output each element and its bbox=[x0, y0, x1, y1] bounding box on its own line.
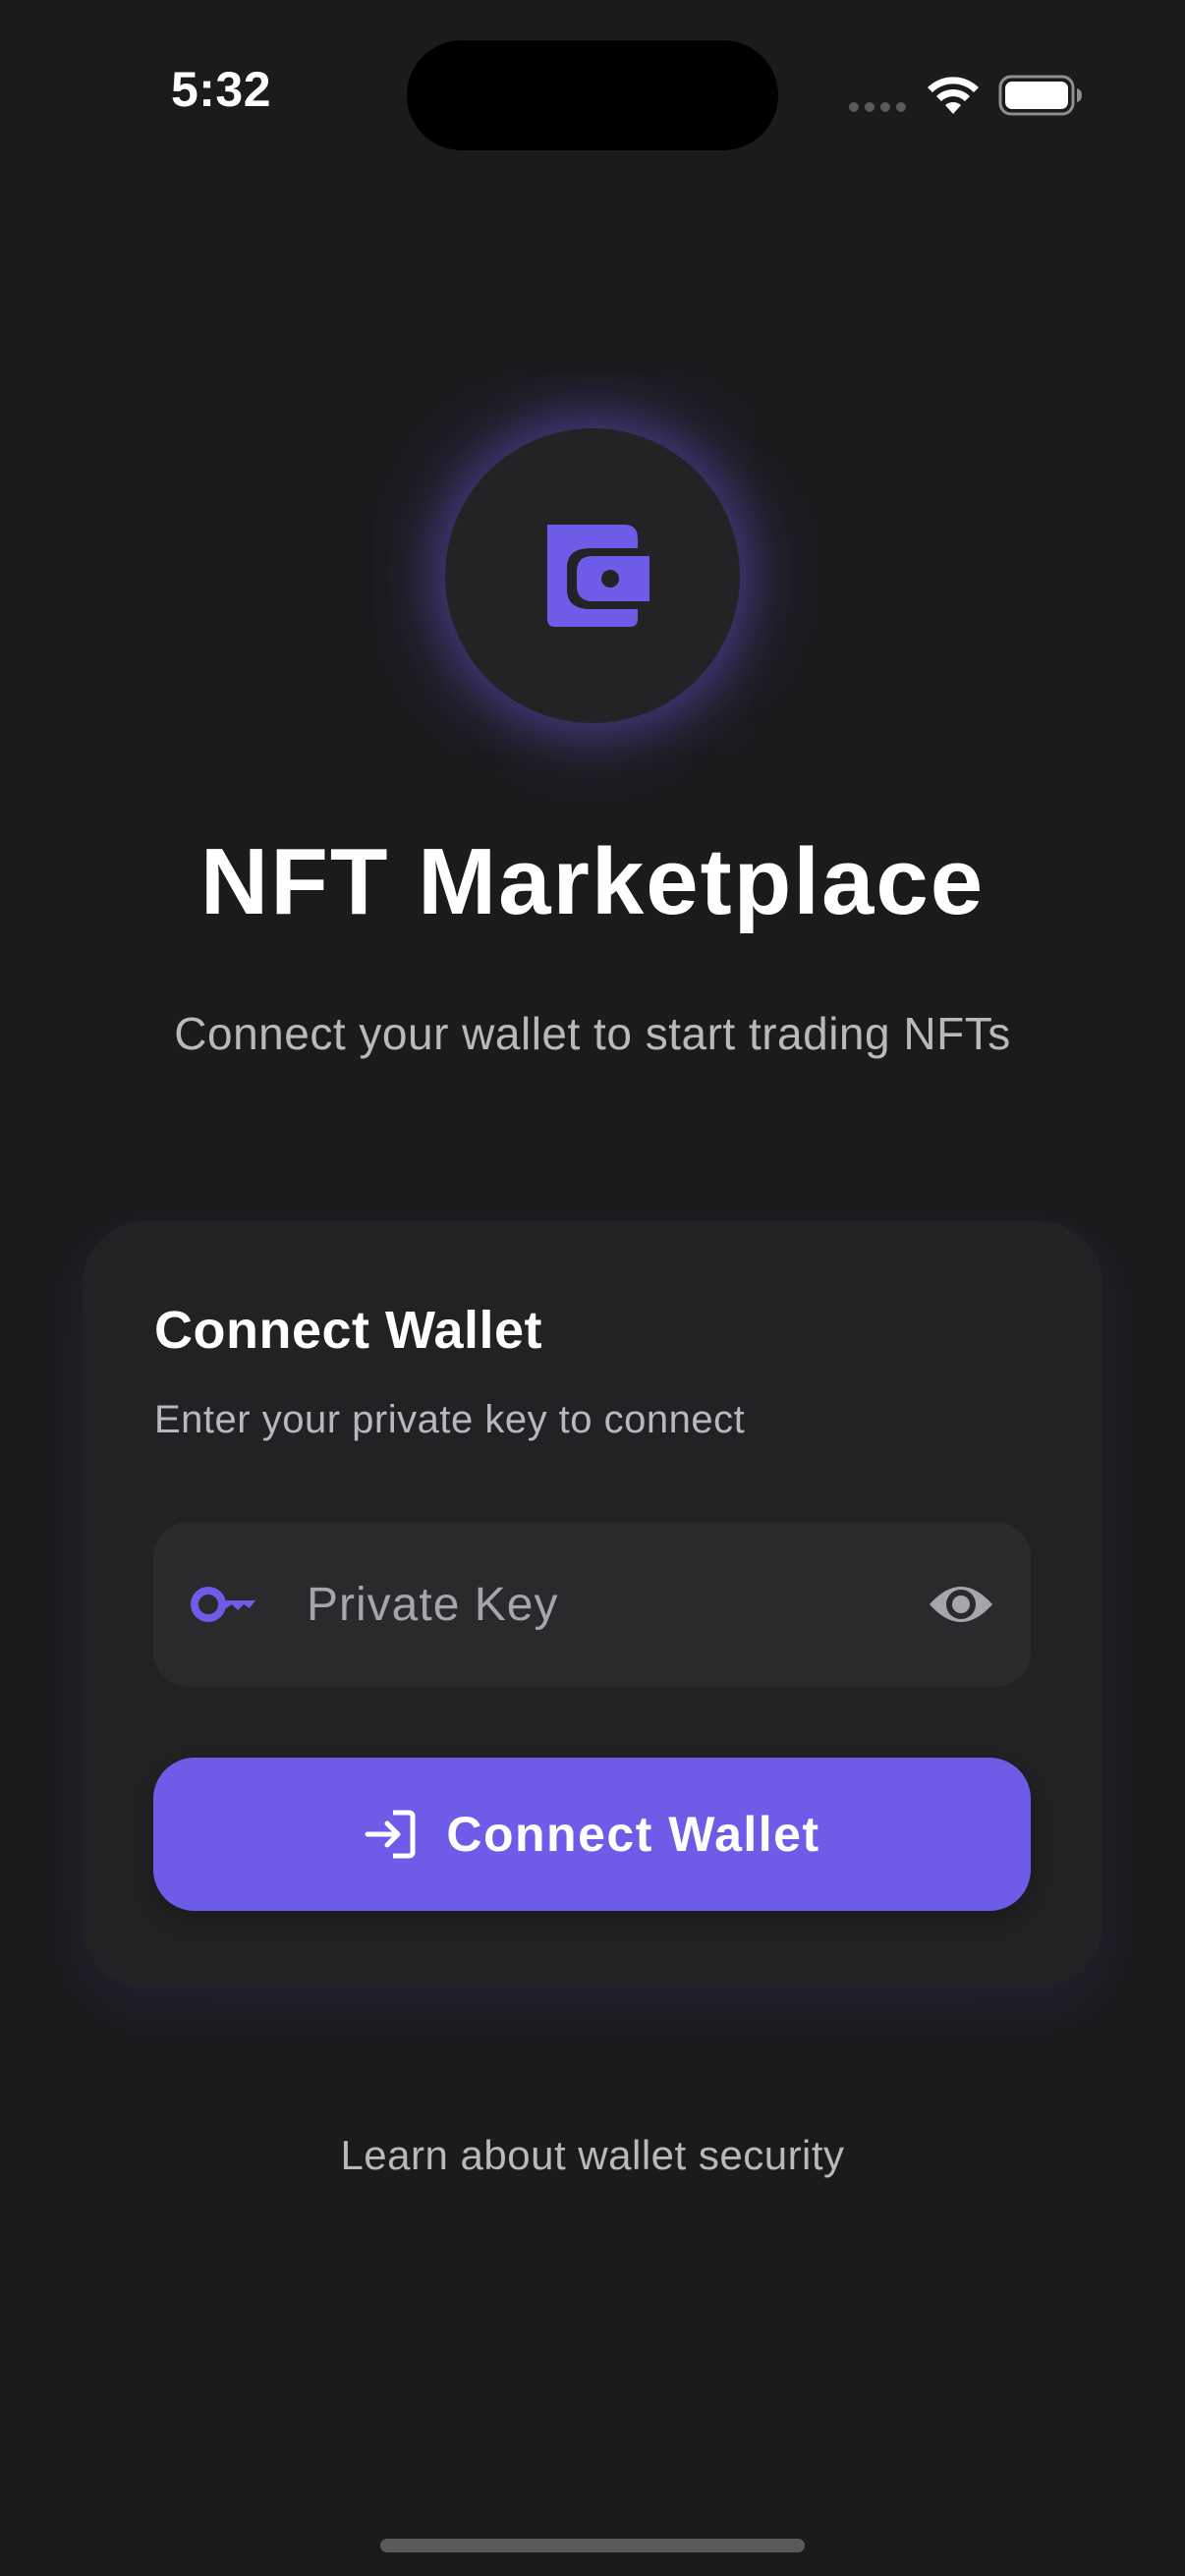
app-logo bbox=[445, 428, 740, 723]
wallet-security-link[interactable]: Learn about wallet security bbox=[0, 2132, 1185, 2179]
connect-wallet-card: Connect Wallet Enter your private key to… bbox=[83, 1221, 1102, 1988]
home-indicator[interactable] bbox=[380, 2539, 805, 2552]
login-icon bbox=[365, 1810, 416, 1859]
card-subtitle: Enter your private key to connect bbox=[154, 1398, 746, 1441]
wifi-icon bbox=[928, 77, 979, 114]
key-icon bbox=[191, 1587, 255, 1622]
connect-wallet-button[interactable]: Connect Wallet bbox=[153, 1758, 1031, 1911]
status-bar: 5:32 bbox=[0, 0, 1185, 196]
battery-icon bbox=[998, 75, 1082, 116]
app-subtitle: Connect your wallet to start trading NFT… bbox=[174, 1008, 1011, 1059]
private-key-field[interactable] bbox=[153, 1522, 1031, 1687]
card-title: Connect Wallet bbox=[154, 1301, 543, 1360]
private-key-input[interactable] bbox=[307, 1522, 896, 1687]
app-title: NFT Marketplace bbox=[199, 829, 986, 934]
signal-dots-icon bbox=[849, 102, 906, 112]
connect-wallet-label: Connect Wallet bbox=[446, 1807, 820, 1862]
dynamic-island bbox=[407, 40, 778, 150]
wallet-icon bbox=[547, 525, 649, 627]
status-time: 5:32 bbox=[170, 62, 272, 117]
eye-icon[interactable] bbox=[927, 1573, 995, 1636]
